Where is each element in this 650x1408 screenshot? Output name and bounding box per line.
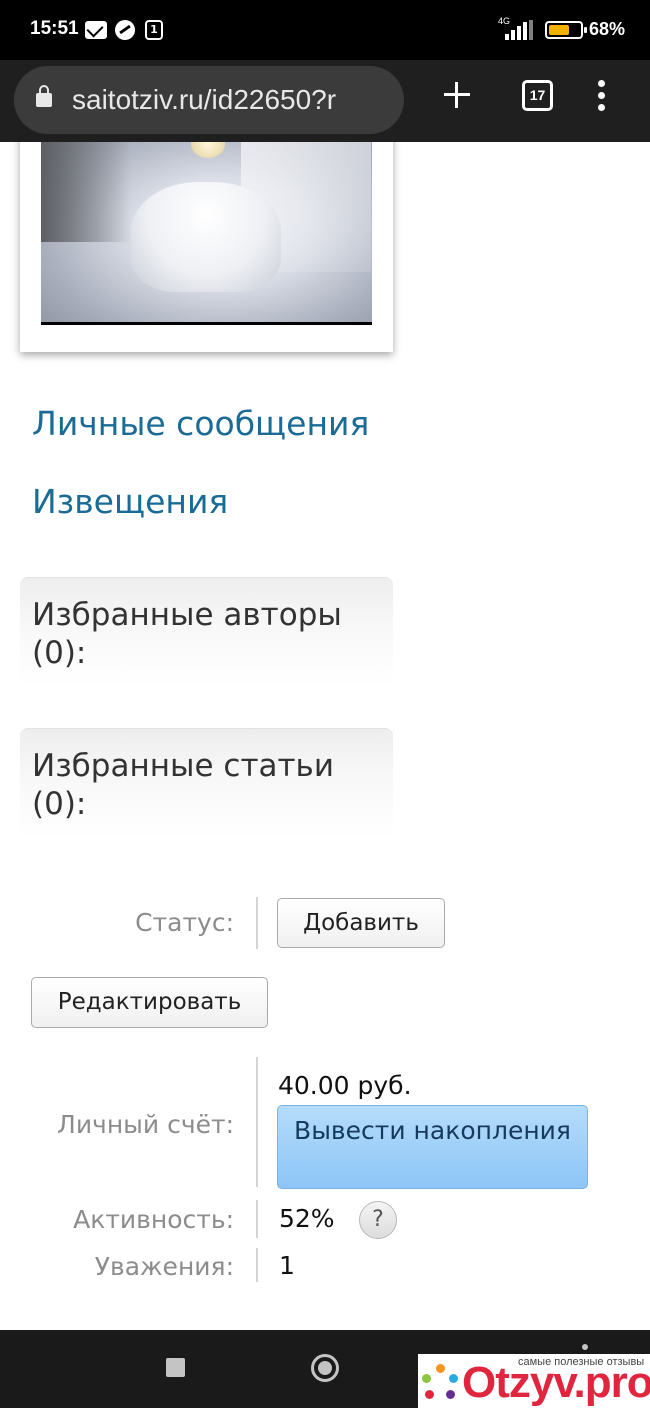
status-bar: 15:51 1 4G 68% — [0, 0, 650, 60]
activity-help-button[interactable]: ? — [359, 1201, 397, 1239]
browser-toolbar: saitotziv.ru/id22650?r 17 — [0, 60, 650, 142]
otzyv-logo-icon — [422, 1364, 460, 1404]
avatar-photo[interactable] — [41, 142, 372, 322]
divider — [256, 1248, 258, 1282]
divider — [256, 897, 258, 949]
favorite-authors-section: Избранные авторы (0): — [20, 577, 393, 687]
respect-label: Уважения: — [94, 1252, 234, 1281]
watermark: самые полезные отзывы Otzyv.pro — [418, 1354, 650, 1408]
mail-icon — [85, 21, 107, 39]
favorite-articles-title[interactable]: Избранные статьи (0): — [32, 747, 382, 823]
recents-icon[interactable] — [166, 1358, 185, 1377]
overflow-menu-icon[interactable] — [598, 80, 606, 112]
divider — [256, 1057, 258, 1187]
divider — [256, 1200, 258, 1238]
page-content: Личные сообщения Извещения Избранные авт… — [0, 142, 650, 1330]
assistant-dot-icon — [582, 1344, 588, 1350]
activity-label: Активность: — [73, 1205, 234, 1234]
url-text[interactable]: saitotziv.ru/id22650?r — [72, 84, 336, 116]
account-balance: 40.00 руб. — [278, 1071, 412, 1100]
avatar-divider — [41, 322, 372, 325]
favorite-articles-section: Избранные статьи (0): — [20, 728, 393, 838]
dnd-icon — [115, 20, 135, 40]
account-label: Личный счёт: — [57, 1110, 234, 1139]
battery-icon — [545, 21, 587, 39]
favorite-authors-title[interactable]: Избранные авторы (0): — [32, 596, 382, 672]
sim-icon: 1 — [145, 20, 163, 40]
home-icon[interactable] — [311, 1354, 339, 1382]
lock-icon[interactable] — [36, 85, 52, 107]
status-label: Статус: — [135, 908, 234, 937]
avatar-frame — [20, 142, 393, 352]
new-tab-plus-icon[interactable] — [442, 80, 472, 110]
activity-value: 52% — [279, 1204, 335, 1233]
battery-fill — [549, 25, 569, 35]
battery-percent: 68% — [589, 19, 626, 39]
withdraw-savings-button[interactable]: Вывести накопления — [277, 1105, 588, 1189]
notices-link[interactable]: Извещения — [32, 482, 228, 521]
tabs-count-icon[interactable]: 17 — [522, 80, 553, 111]
watermark-brand: Otzyv.pro — [462, 1358, 650, 1407]
clock: 15:51 — [30, 18, 79, 39]
add-status-button[interactable]: Добавить — [277, 898, 445, 948]
personal-messages-link[interactable]: Личные сообщения — [32, 404, 369, 443]
edit-profile-button[interactable]: Редактировать — [31, 977, 268, 1028]
address-bar[interactable]: saitotziv.ru/id22650?r — [14, 66, 404, 134]
respect-value: 1 — [279, 1251, 295, 1280]
signal-icon — [505, 20, 535, 40]
